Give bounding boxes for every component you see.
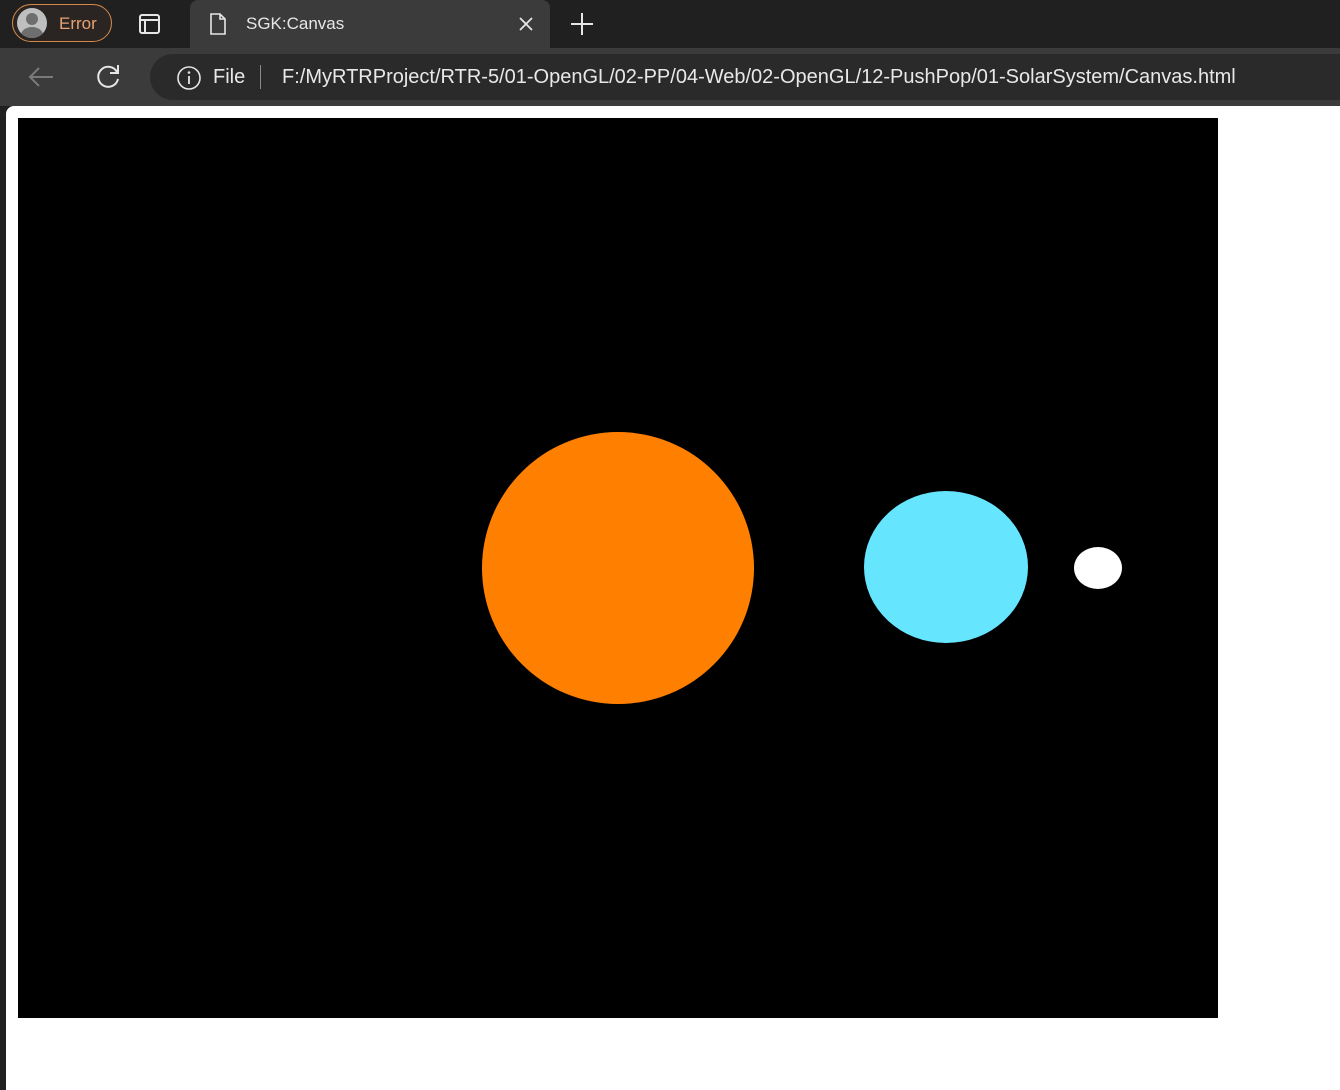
tab-strip: Error SGK:Canvas (0, 0, 1340, 48)
profile-label: Error (59, 14, 97, 33)
document-icon (210, 13, 226, 35)
tab-active[interactable]: SGK:Canvas (190, 0, 550, 48)
back-arrow-icon[interactable] (26, 62, 56, 92)
new-tab-icon[interactable] (568, 10, 596, 38)
moon-circle (1074, 547, 1122, 589)
page-viewport (6, 106, 1340, 1090)
sun-circle (482, 432, 754, 704)
tab-actions-icon (139, 14, 160, 34)
toolbar: File F:/MyRTRProject/RTR-5/01-OpenGL/02-… (0, 48, 1340, 106)
profile-button[interactable]: Error (12, 4, 112, 42)
avatar-icon (17, 8, 47, 38)
earth-circle (864, 491, 1028, 643)
tab-title: SGK:Canvas (246, 14, 345, 33)
address-bar[interactable]: File F:/MyRTRProject/RTR-5/01-OpenGL/02-… (150, 54, 1340, 100)
url-text[interactable]: F:/MyRTRProject/RTR-5/01-OpenGL/02-PP/04… (282, 66, 1236, 89)
webgl-canvas[interactable] (18, 118, 1218, 1018)
divider (260, 65, 261, 89)
close-icon[interactable] (516, 14, 536, 34)
site-info-label[interactable]: File (213, 66, 245, 89)
info-icon[interactable] (176, 65, 202, 91)
tab-actions-button[interactable] (132, 8, 168, 40)
reload-icon[interactable] (93, 62, 123, 92)
